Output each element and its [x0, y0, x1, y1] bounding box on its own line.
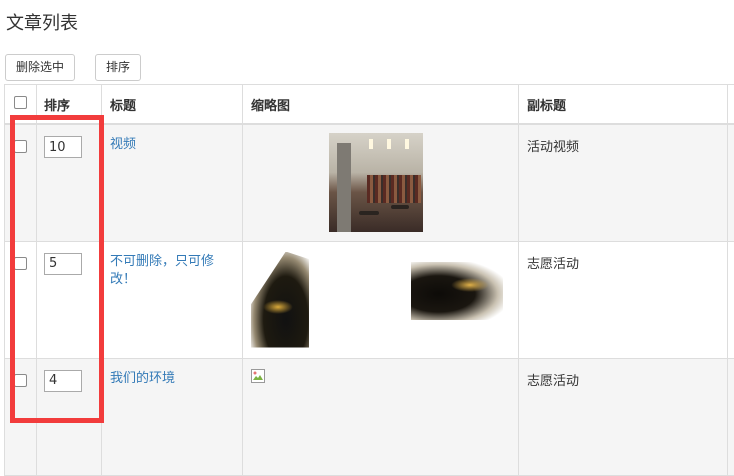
- content-cell: [728, 241, 734, 358]
- order-cell: [37, 241, 102, 358]
- row-select-cell: [5, 358, 37, 475]
- order-input[interactable]: [44, 136, 82, 158]
- title-cell: 不可删除，只可修改！: [102, 241, 243, 358]
- table-row: 视频 活动视频: [5, 124, 734, 241]
- header-content: 内容: [728, 85, 734, 125]
- thumbnail-cell: [243, 124, 519, 241]
- content-cell: [728, 358, 734, 475]
- row-select-cell: [5, 124, 37, 241]
- article-table: 排序 标题 缩略图 副标题 内容 视频: [4, 84, 734, 476]
- row-checkbox[interactable]: [14, 140, 27, 153]
- thumbnail-image: [411, 262, 503, 320]
- delete-selected-button[interactable]: 删除选中: [5, 54, 75, 81]
- header-subtitle: 副标题: [519, 85, 728, 125]
- row-checkbox[interactable]: [14, 257, 27, 270]
- order-input[interactable]: [44, 253, 82, 275]
- select-all-cell: [5, 85, 37, 125]
- select-all-checkbox[interactable]: [14, 96, 27, 109]
- subtitle-cell: 志愿活动: [519, 358, 728, 475]
- subtitle-cell: 志愿活动: [519, 241, 728, 358]
- thumbnail-image: [329, 133, 423, 232]
- header-title: 标题: [102, 85, 243, 125]
- title-cell: 视频: [102, 124, 243, 241]
- order-cell: [37, 124, 102, 241]
- content-cell: [728, 124, 734, 241]
- table-header-row: 排序 标题 缩略图 副标题 内容: [5, 85, 734, 125]
- article-title-link[interactable]: 不可删除，只可修改！: [102, 253, 242, 289]
- sort-button[interactable]: 排序: [95, 54, 141, 81]
- subtitle-cell: 活动视频: [519, 124, 728, 241]
- table-row: 不可删除，只可修改！ 志愿活动: [5, 241, 734, 358]
- row-checkbox[interactable]: [14, 374, 27, 387]
- order-cell: [37, 358, 102, 475]
- broken-image-icon: [251, 369, 265, 383]
- title-cell: 我们的环境: [102, 358, 243, 475]
- order-input[interactable]: [44, 370, 82, 392]
- table-row: 我们的环境 志愿活动: [5, 358, 734, 475]
- article-title-link[interactable]: 视频: [102, 136, 242, 154]
- row-select-cell: [5, 241, 37, 358]
- thumbnail-image: [251, 252, 309, 348]
- thumbnail-cell: [243, 358, 519, 475]
- page-title: 文章列表: [6, 9, 78, 35]
- article-title-link[interactable]: 我们的环境: [102, 370, 242, 388]
- header-thumbnail: 缩略图: [243, 85, 519, 125]
- header-order: 排序: [37, 85, 102, 125]
- thumbnail-cell: [243, 241, 519, 358]
